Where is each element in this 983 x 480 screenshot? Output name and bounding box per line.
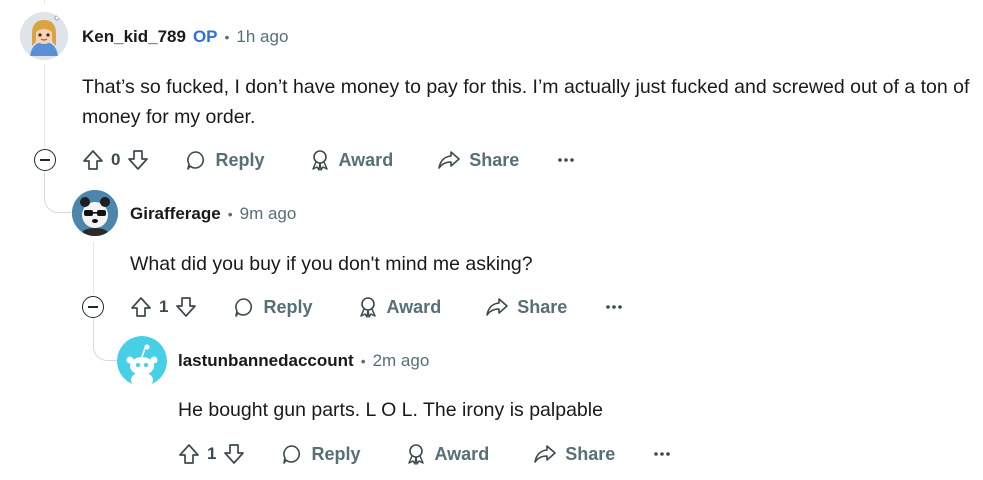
op-badge: OP xyxy=(192,27,218,46)
vote-score: 0 xyxy=(111,150,121,169)
more-options-button[interactable] xyxy=(605,304,623,310)
username[interactable]: Ken_kid_789 xyxy=(82,27,186,47)
reply-label: Reply xyxy=(263,296,313,317)
meta-separator: • xyxy=(360,353,366,369)
vote-group: 1 xyxy=(178,443,245,465)
thread-elbow-2 xyxy=(93,318,118,361)
award-button[interactable]: Award xyxy=(309,149,394,171)
more-icon xyxy=(654,452,671,456)
comment-meta: lastunbannedaccount • 2m ago xyxy=(178,351,429,371)
reply-label: Reply xyxy=(311,443,361,464)
thread-line-top xyxy=(44,0,45,4)
award-label: Award xyxy=(338,149,394,170)
more-icon xyxy=(606,305,623,309)
upvote-icon[interactable] xyxy=(130,296,152,318)
username[interactable]: lastunbannedaccount xyxy=(178,351,354,371)
reply-button[interactable]: Reply xyxy=(233,296,313,318)
reply-icon xyxy=(235,298,253,317)
award-label: Award xyxy=(434,443,490,464)
thread-line-root xyxy=(44,64,45,148)
share-button[interactable]: Share xyxy=(437,149,519,171)
comment-body: That’s so fucked, I don’t have money to … xyxy=(82,76,970,128)
share-button[interactable]: Share xyxy=(485,296,567,318)
share-button[interactable]: Share xyxy=(533,443,615,465)
share-icon xyxy=(486,298,508,316)
comment-meta: Girafferage • 9m ago xyxy=(130,204,296,224)
reply-label: Reply xyxy=(215,149,265,170)
avatar[interactable] xyxy=(72,190,118,236)
avatar[interactable] xyxy=(117,336,167,386)
upvote-icon[interactable] xyxy=(82,149,104,171)
share-icon xyxy=(534,445,556,463)
share-label: Share xyxy=(517,296,568,317)
upvote-icon[interactable] xyxy=(178,443,200,465)
award-button[interactable]: Award xyxy=(405,443,490,465)
share-label: Share xyxy=(565,443,616,464)
comment-actions: 1 Reply Award Share xyxy=(130,292,623,322)
timestamp[interactable]: 1h ago xyxy=(236,27,288,47)
reply-button[interactable]: Reply xyxy=(281,443,361,465)
vote-group: 0 xyxy=(82,149,149,171)
thread-elbow-1 xyxy=(44,172,71,213)
downvote-icon[interactable] xyxy=(175,296,197,318)
downvote-icon[interactable] xyxy=(223,443,245,465)
comment-meta: Ken_kid_789 OP • 1h ago xyxy=(82,27,288,47)
avatar[interactable] xyxy=(20,12,68,60)
award-icon xyxy=(407,444,424,465)
meta-separator: • xyxy=(224,29,230,45)
vote-score: 1 xyxy=(159,297,169,316)
more-options-button[interactable] xyxy=(653,451,671,457)
meta-separator: • xyxy=(227,206,233,222)
reply-icon xyxy=(187,151,205,170)
vote-score: 1 xyxy=(207,444,217,463)
timestamp[interactable]: 9m ago xyxy=(240,204,297,224)
thread-line-level2 xyxy=(93,242,94,294)
share-icon xyxy=(438,151,460,169)
comment-actions: 1 Reply Award Share xyxy=(178,439,671,469)
comment-body: What did you buy if you don't mind me as… xyxy=(130,253,533,275)
collapse-thread-button[interactable] xyxy=(82,296,104,318)
reply-icon xyxy=(283,445,301,464)
collapse-thread-button[interactable] xyxy=(34,149,56,171)
reply-button[interactable]: Reply xyxy=(185,149,265,171)
award-button[interactable]: Award xyxy=(357,296,442,318)
vote-group: 1 xyxy=(130,296,197,318)
award-icon xyxy=(311,150,328,171)
downvote-icon[interactable] xyxy=(127,149,149,171)
comment-actions: 0 Reply Award Share xyxy=(82,145,575,175)
comment-body: He bought gun parts. L O L. The irony is… xyxy=(178,399,603,421)
award-label: Award xyxy=(386,296,442,317)
more-options-button[interactable] xyxy=(557,157,575,163)
username[interactable]: Girafferage xyxy=(130,204,221,224)
award-icon xyxy=(359,297,376,318)
timestamp[interactable]: 2m ago xyxy=(373,351,430,371)
more-icon xyxy=(558,158,575,162)
share-label: Share xyxy=(469,149,520,170)
